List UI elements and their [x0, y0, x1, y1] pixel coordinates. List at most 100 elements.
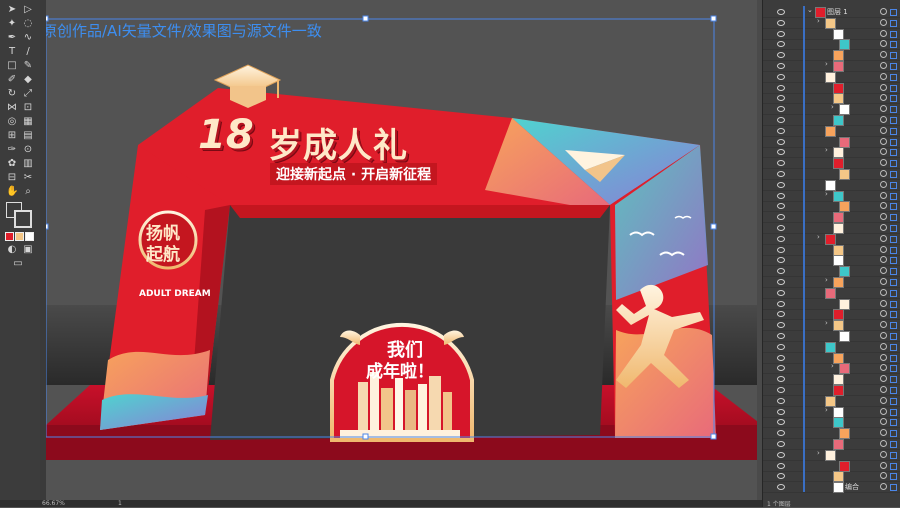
screen-mode-icon[interactable]: ▣: [22, 244, 34, 256]
slice-tool-icon[interactable]: ✂: [22, 172, 34, 184]
target-circle-icon[interactable]: [880, 234, 887, 242]
target-circle-icon[interactable]: [880, 396, 887, 404]
selection-indicator[interactable]: [890, 171, 897, 178]
selection-indicator[interactable]: [890, 30, 897, 38]
selection-indicator[interactable]: [890, 63, 897, 70]
chevron-right-icon[interactable]: ›: [817, 17, 820, 25]
target-circle-icon[interactable]: [880, 386, 887, 393]
visibility-eye-icon[interactable]: [777, 203, 785, 210]
visibility-eye-icon[interactable]: [777, 192, 785, 199]
target-circle-icon[interactable]: [880, 126, 887, 134]
selection-indicator[interactable]: [890, 235, 897, 243]
target-circle-icon[interactable]: [880, 342, 887, 350]
target-circle-icon[interactable]: [880, 483, 887, 491]
selection-indicator[interactable]: [890, 214, 897, 222]
selection-indicator[interactable]: [890, 9, 897, 16]
visibility-eye-icon[interactable]: [777, 397, 785, 404]
chevron-right-icon[interactable]: ›: [817, 233, 820, 241]
canvas-area[interactable]: 原创作品/AI矢量文件/效果图与源文件一致 18 岁成人礼 迎接新起点 · 开启…: [40, 0, 762, 500]
selection-indicator[interactable]: [890, 149, 897, 157]
edit-toolbar-icon[interactable]: ▭: [12, 258, 24, 270]
visibility-eye-icon[interactable]: [777, 63, 785, 69]
perspective-grid-icon[interactable]: ▦: [22, 116, 34, 128]
target-circle-icon[interactable]: [880, 170, 887, 177]
target-circle-icon[interactable]: [880, 72, 887, 80]
selection-indicator[interactable]: [890, 484, 897, 492]
paintbrush-icon[interactable]: ✎: [22, 60, 34, 72]
selection-indicator[interactable]: [890, 333, 897, 340]
visibility-eye-icon[interactable]: [777, 117, 785, 123]
target-circle-icon[interactable]: [880, 213, 887, 221]
layer-name[interactable]: 图层 1: [827, 7, 848, 17]
visibility-eye-icon[interactable]: [777, 354, 785, 361]
selection-indicator[interactable]: [890, 138, 897, 146]
chevron-right-icon[interactable]: ›: [831, 103, 834, 111]
blend-tool-icon[interactable]: ⊙: [22, 144, 34, 156]
chevron-right-icon[interactable]: ›: [831, 362, 834, 370]
visibility-eye-icon[interactable]: [777, 52, 785, 59]
selection-indicator[interactable]: [890, 397, 897, 405]
width-tool-icon[interactable]: ⋈: [6, 102, 18, 114]
target-circle-icon[interactable]: [880, 62, 887, 69]
hand-tool-icon[interactable]: ✋: [6, 186, 18, 198]
selection-indicator[interactable]: [890, 462, 897, 470]
target-circle-icon[interactable]: [880, 224, 887, 231]
target-circle-icon[interactable]: [880, 450, 887, 458]
visibility-eye-icon[interactable]: [777, 73, 785, 80]
selection-indicator[interactable]: [890, 95, 897, 103]
symbol-sprayer-icon[interactable]: ✿: [6, 158, 18, 170]
mesh-tool-icon[interactable]: ⊞: [6, 130, 18, 142]
none-swatch[interactable]: [25, 232, 34, 241]
selection-indicator[interactable]: [890, 354, 897, 362]
visibility-eye-icon[interactable]: [777, 225, 785, 231]
selection-indicator[interactable]: [890, 181, 897, 189]
visibility-eye-icon[interactable]: [777, 84, 785, 91]
selection-indicator[interactable]: [890, 257, 897, 265]
target-circle-icon[interactable]: [880, 18, 887, 26]
target-circle-icon[interactable]: [880, 8, 887, 15]
selection-indicator[interactable]: [890, 127, 897, 135]
target-circle-icon[interactable]: [880, 191, 887, 199]
target-circle-icon[interactable]: [880, 137, 887, 145]
visibility-eye-icon[interactable]: [777, 343, 785, 350]
target-circle-icon[interactable]: [880, 83, 887, 91]
color-swatch[interactable]: [15, 232, 24, 241]
visibility-eye-icon[interactable]: [777, 441, 785, 447]
target-circle-icon[interactable]: [880, 105, 887, 113]
chevron-right-icon[interactable]: ›: [825, 406, 828, 414]
lasso-icon[interactable]: ◌: [22, 18, 34, 30]
rectangle-tool-icon[interactable]: □: [6, 60, 18, 72]
selection-indicator[interactable]: [890, 41, 897, 49]
visibility-eye-icon[interactable]: [777, 322, 785, 329]
selection-indicator[interactable]: [890, 387, 897, 394]
target-circle-icon[interactable]: [880, 288, 887, 296]
rotate-tool-icon[interactable]: ↻: [6, 88, 18, 100]
target-circle-icon[interactable]: [880, 40, 887, 48]
target-circle-icon[interactable]: [880, 116, 887, 123]
selection-indicator[interactable]: [890, 419, 897, 427]
chevron-down-icon[interactable]: ⌄: [807, 6, 813, 14]
visibility-eye-icon[interactable]: [777, 462, 785, 469]
target-circle-icon[interactable]: [880, 94, 887, 102]
selection-indicator[interactable]: [890, 343, 897, 351]
visibility-eye-icon[interactable]: [777, 473, 785, 480]
selection-tool-icon[interactable]: ➤: [6, 4, 18, 16]
target-circle-icon[interactable]: [880, 159, 887, 167]
selection-indicator[interactable]: [890, 451, 897, 459]
selection-indicator[interactable]: [890, 289, 897, 297]
visibility-eye-icon[interactable]: [777, 300, 785, 307]
visibility-eye-icon[interactable]: [777, 279, 785, 285]
visibility-eye-icon[interactable]: [777, 268, 785, 275]
free-transform-icon[interactable]: ⊡: [22, 102, 34, 114]
selection-indicator[interactable]: [890, 246, 897, 254]
selection-indicator[interactable]: [890, 376, 897, 384]
fill-color-swatch[interactable]: [5, 232, 14, 241]
visibility-eye-icon[interactable]: [777, 95, 785, 102]
selection-indicator[interactable]: [890, 160, 897, 168]
selection-indicator[interactable]: [890, 225, 897, 232]
type-tool-icon[interactable]: T: [6, 46, 18, 58]
selection-indicator[interactable]: [890, 203, 897, 211]
visibility-eye-icon[interactable]: [777, 311, 785, 318]
visibility-eye-icon[interactable]: [777, 365, 785, 372]
selection-indicator[interactable]: [890, 84, 897, 92]
